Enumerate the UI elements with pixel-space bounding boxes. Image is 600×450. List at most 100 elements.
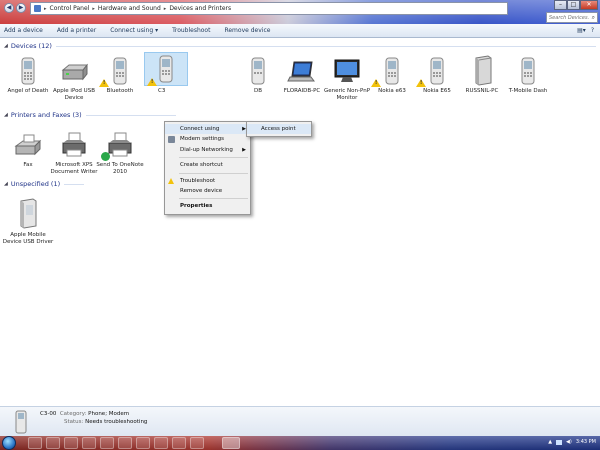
back-button[interactable]: ◀ xyxy=(4,3,14,13)
close-button[interactable]: ✕ xyxy=(580,0,598,10)
generic-device-icon xyxy=(13,196,43,230)
collapse-triangle-icon[interactable]: ◢ xyxy=(4,43,8,49)
breadcrumb-hardware-and-sound[interactable]: Hardware and Sound xyxy=(98,5,161,12)
details-pane: C3-00 Category: Phone; Modem Status: Nee… xyxy=(0,406,600,436)
volume-icon[interactable]: ◀) xyxy=(566,439,572,445)
search-icon[interactable]: ⌕ xyxy=(592,14,595,22)
maximize-button[interactable]: □ xyxy=(567,0,580,10)
menu-item-label: Modem settings xyxy=(180,136,225,143)
taskbar-app-icon[interactable] xyxy=(154,437,168,449)
forward-button[interactable]: ▶ xyxy=(16,3,26,13)
warning-icon xyxy=(168,177,174,184)
device-name: Apple iPod USB Device xyxy=(53,88,95,101)
start-button[interactable] xyxy=(2,436,16,450)
connect-using-button[interactable]: Connect using ▾ xyxy=(110,27,158,34)
device-russnil-pc[interactable]: RUSSNIL-PC xyxy=(456,54,508,95)
taskbar-app-icon[interactable] xyxy=(64,437,78,449)
taskbar-app-icon[interactable] xyxy=(190,437,204,449)
search-input[interactable] xyxy=(549,14,589,21)
breadcrumb-separator-icon[interactable]: ▸ xyxy=(44,6,47,12)
device-name: Angel of Death xyxy=(7,88,49,94)
address-bar[interactable]: ▸ Control Panel ▸ Hardware and Sound ▸ D… xyxy=(30,2,508,15)
menu-separator xyxy=(179,172,248,174)
monitor-icon xyxy=(332,56,362,86)
printer-fax[interactable]: Fax xyxy=(2,130,54,169)
group-label-printers: Printers and Faxes (3) xyxy=(10,111,82,119)
minimize-button[interactable]: – xyxy=(554,0,567,10)
taskbar-app-icon[interactable] xyxy=(100,437,114,449)
taskbar: ▲ ◀) 3:43 PM xyxy=(0,436,600,450)
breadcrumb-devices-and-printers[interactable]: Devices and Printers xyxy=(169,5,231,12)
remove-device-button[interactable]: Remove device xyxy=(224,27,270,34)
breadcrumb-separator-icon[interactable]: ▸ xyxy=(92,6,95,12)
printer-xps-writer[interactable]: Microsoft XPS Document Writer xyxy=(48,130,100,175)
clock[interactable]: 3:43 PM xyxy=(576,439,596,445)
taskbar-app-icon[interactable] xyxy=(136,437,150,449)
details-category-label: Category: xyxy=(59,411,87,417)
phone-icon xyxy=(144,52,188,86)
control-panel-icon xyxy=(34,5,41,12)
group-label-unspecified: Unspecified (1) xyxy=(10,180,61,188)
taskbar-app-icon[interactable] xyxy=(118,437,132,449)
modem-icon xyxy=(168,136,175,144)
collapse-triangle-icon[interactable]: ◢ xyxy=(4,181,8,187)
breadcrumb-separator-icon[interactable]: ▸ xyxy=(164,6,167,12)
taskbar-devices-and-printers-icon[interactable] xyxy=(222,437,240,449)
menu-item-connect-using[interactable]: Connect using ▶ xyxy=(165,124,250,135)
printer-send-to-onenote[interactable]: Send To OneNote 2010 xyxy=(94,130,146,175)
device-c3-selected[interactable]: C3 xyxy=(140,52,192,95)
title-bar: ◀ ▶ ▸ Control Panel ▸ Hardware and Sound… xyxy=(0,0,600,24)
taskbar-app-icon[interactable] xyxy=(28,437,42,449)
details-status-value: Needs troubleshooting xyxy=(85,419,148,425)
group-header-printers[interactable]: ◢ Printers and Faxes (3) xyxy=(4,111,596,119)
menu-item-dialup-networking[interactable]: Dial-up Networking ▶ xyxy=(165,145,250,155)
connect-using-label: Connect using xyxy=(110,27,154,34)
details-status-label: Status: xyxy=(64,419,84,425)
device-t-mobile-dash[interactable]: T-Mobile Dash xyxy=(502,56,554,95)
menu-item-label: Remove device xyxy=(180,187,223,194)
group-header-devices[interactable]: ◢ Devices (12) xyxy=(4,42,596,50)
group-label-devices: Devices (12) xyxy=(10,42,52,50)
menu-item-troubleshoot[interactable]: Troubleshoot xyxy=(165,176,250,186)
menu-item-label: Properties xyxy=(180,203,213,210)
search-box[interactable]: ⌕ xyxy=(546,12,598,23)
troubleshoot-button[interactable]: Troubleshoot xyxy=(172,27,210,34)
taskbar-app-icon[interactable] xyxy=(46,437,60,449)
device-name: Send To OneNote 2010 xyxy=(96,162,144,175)
menu-item-properties[interactable]: Properties xyxy=(165,201,250,211)
menu-separator xyxy=(179,198,248,200)
add-device-button[interactable]: Add a device xyxy=(4,27,43,34)
device-apple-ipod[interactable]: Apple iPod USB Device xyxy=(48,56,100,101)
collapse-triangle-icon[interactable]: ◢ xyxy=(4,112,8,118)
device-bluetooth[interactable]: Bluetooth xyxy=(94,56,146,95)
warning-icon xyxy=(416,79,426,87)
menu-item-create-shortcut[interactable]: Create shortcut xyxy=(165,160,250,170)
device-angel-of-death[interactable]: Angel of Death xyxy=(2,56,54,95)
network-icon[interactable] xyxy=(556,439,563,445)
view-options-icon[interactable]: ▤▾ xyxy=(577,27,586,34)
warning-icon xyxy=(371,79,381,87)
phone-icon xyxy=(13,56,43,86)
view-controls: ▤▾ ? xyxy=(577,27,594,34)
tray-arrow-icon[interactable]: ▲ xyxy=(548,439,552,445)
device-apple-mobile-usb-driver[interactable]: Apple Mobile Device USB Driver xyxy=(2,196,54,245)
warning-icon xyxy=(147,78,157,86)
menu-separator xyxy=(179,157,248,159)
add-printer-button[interactable]: Add a printer xyxy=(57,27,96,34)
menu-item-access-point[interactable]: Access point xyxy=(247,124,311,134)
menu-item-remove-device[interactable]: Remove device xyxy=(165,186,250,196)
group-divider xyxy=(85,114,176,116)
submenu-connect-using: Access point xyxy=(246,121,312,137)
group-header-unspecified[interactable]: ◢ Unspecified (1) xyxy=(4,180,596,188)
phone-icon xyxy=(99,56,135,87)
breadcrumb-control-panel[interactable]: Control Panel xyxy=(50,5,90,12)
menu-item-label: Connect using xyxy=(180,126,220,132)
phone-icon xyxy=(513,56,543,86)
menu-item-modem-settings[interactable]: Modem settings xyxy=(165,134,250,144)
taskbar-app-icon[interactable] xyxy=(82,437,96,449)
default-printer-check-icon xyxy=(101,152,110,161)
menu-item-label: Dial-up Networking xyxy=(180,146,233,153)
taskbar-app-icon[interactable] xyxy=(172,437,186,449)
help-icon[interactable]: ? xyxy=(591,27,594,34)
menu-item-label: Create shortcut xyxy=(180,162,223,169)
